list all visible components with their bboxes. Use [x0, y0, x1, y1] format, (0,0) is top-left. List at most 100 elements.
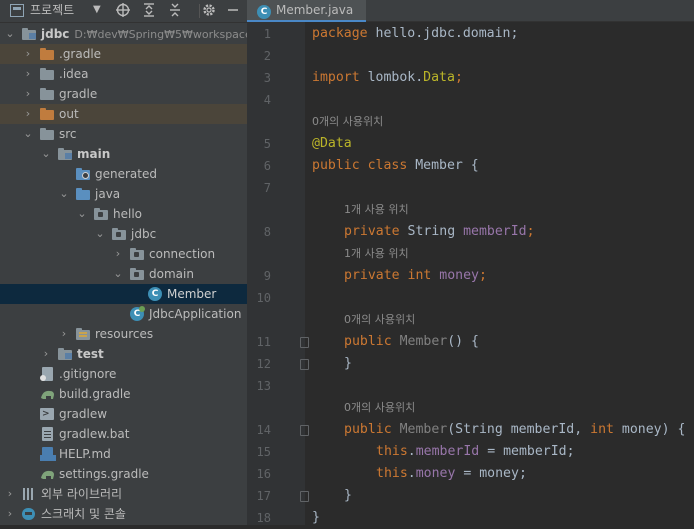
fold-marker-icon[interactable]: [300, 491, 309, 502]
tree-item-jdbc-root[interactable]: ⌄ jdbc D:₩dev₩Spring₩5₩workspace₩: [0, 24, 247, 44]
tree-item-label: settings.gradle: [59, 467, 149, 481]
tree-item-jdbc-application[interactable]: C JdbcApplication: [0, 304, 247, 324]
tree-item-label: src: [59, 127, 77, 141]
code-line-11[interactable]: public Member() {: [344, 331, 479, 353]
folder-icon: [40, 67, 56, 81]
tree-item-scratches[interactable]: › 스크래치 및 콘솔: [0, 504, 247, 524]
chevron-right-icon[interactable]: ›: [4, 484, 16, 504]
markdown-file-icon: [40, 447, 56, 461]
tree-item-label: test: [77, 347, 104, 361]
minimize-icon[interactable]: [226, 0, 240, 22]
gear-icon[interactable]: [201, 0, 217, 22]
library-icon: [22, 487, 38, 501]
chevron-down-icon[interactable]: ⌄: [4, 24, 16, 44]
tree-item-out[interactable]: › out: [0, 104, 247, 124]
tree-item-generated[interactable]: generated: [0, 164, 247, 184]
tree-item-domain[interactable]: ⌄ domain: [0, 264, 247, 284]
tree-item-label: .gradle: [59, 47, 102, 61]
locate-icon[interactable]: [115, 0, 131, 22]
text-file-icon: [40, 427, 56, 441]
usage-hint[interactable]: 1개 사용 위치: [344, 200, 409, 220]
expand-all-icon[interactable]: [141, 0, 157, 22]
chevron-down-icon[interactable]: ⌄: [58, 184, 70, 204]
code-line-5[interactable]: @Data: [312, 133, 352, 155]
tree-item-src[interactable]: ⌄ src: [0, 124, 247, 144]
code-line-12[interactable]: }: [344, 353, 352, 375]
chevron-down-icon[interactable]: ⌄: [76, 204, 88, 224]
code-line-14[interactable]: public Member(String memberId, int money…: [344, 419, 685, 441]
line-number: 15: [256, 445, 271, 459]
chevron-right-icon[interactable]: ›: [112, 244, 124, 264]
tree-item-label: generated: [95, 167, 157, 181]
chevron-right-icon[interactable]: ›: [58, 324, 70, 344]
chevron-down-icon[interactable]: ⌄: [112, 264, 124, 284]
tree-item-gradlew-bat[interactable]: gradlew.bat: [0, 424, 247, 444]
tree-item-gradlew[interactable]: > gradlew: [0, 404, 247, 424]
code-line-15[interactable]: this.memberId = memberId;: [376, 441, 575, 463]
chevron-right-icon[interactable]: ›: [22, 64, 34, 84]
chevron-right-icon[interactable]: ›: [4, 504, 16, 524]
chevron-right-icon[interactable]: ›: [22, 44, 34, 64]
tree-item-connection[interactable]: › connection: [0, 244, 247, 264]
code-line-6[interactable]: public class Member {: [312, 155, 479, 177]
code-line-3[interactable]: import lombok.Data;: [312, 67, 463, 89]
usage-hint[interactable]: 0개의 사용위치: [312, 112, 383, 132]
tree-item-member[interactable]: C Member: [0, 284, 247, 304]
usage-hint[interactable]: 1개 사용 위치: [344, 244, 409, 264]
package-icon: [130, 267, 146, 281]
tree-item-label: 스크래치 및 콘솔: [41, 507, 126, 521]
tree-item-gradle-hidden[interactable]: › .gradle: [0, 44, 247, 64]
line-number: 17: [256, 489, 271, 503]
tree-item-build-gradle[interactable]: build.gradle: [0, 384, 247, 404]
tree-item-java[interactable]: ⌄ java: [0, 184, 247, 204]
line-number: 4: [263, 93, 271, 107]
code-line-8[interactable]: private String memberId;: [344, 221, 535, 243]
project-view-icon[interactable]: [10, 4, 24, 17]
tree-item-resources[interactable]: › resources: [0, 324, 247, 344]
line-number: 6: [263, 159, 271, 173]
chevron-down-icon[interactable]: ▼: [93, 0, 101, 22]
usage-hint[interactable]: 0개의 사용위치: [344, 310, 415, 330]
tab-member-java[interactable]: C Member.java: [247, 0, 366, 22]
code-line-9[interactable]: private int money;: [344, 265, 487, 287]
line-number: 14: [256, 423, 271, 437]
code-line-17[interactable]: }: [344, 485, 352, 507]
line-number: 13: [256, 379, 271, 393]
code-line-18[interactable]: }: [312, 507, 320, 529]
fold-marker-icon[interactable]: [300, 337, 309, 348]
package-icon: [112, 227, 128, 241]
line-number: 10: [256, 291, 271, 305]
line-number: 5: [263, 137, 271, 151]
tree-item-idea[interactable]: › .idea: [0, 64, 247, 84]
scratches-icon: [22, 507, 38, 521]
chevron-down-icon[interactable]: ⌄: [94, 224, 106, 244]
chevron-right-icon[interactable]: ›: [22, 84, 34, 104]
module-folder-icon: [22, 27, 38, 41]
tree-item-label: jdbc: [131, 227, 157, 241]
fold-marker-icon[interactable]: [300, 425, 309, 436]
tree-item-gitignore[interactable]: .gitignore: [0, 364, 247, 384]
gitignore-file-icon: [40, 367, 56, 381]
source-folder-icon: [76, 187, 92, 201]
tree-item-external-libraries[interactable]: › 외부 라이브러리: [0, 484, 247, 504]
chevron-down-icon[interactable]: ⌄: [40, 144, 52, 164]
project-panel-title[interactable]: 프로젝트: [30, 0, 74, 22]
chevron-right-icon[interactable]: ›: [22, 104, 34, 124]
tree-item-main[interactable]: ⌄ main: [0, 144, 247, 164]
tree-item-test[interactable]: › test: [0, 344, 247, 364]
fold-marker-icon[interactable]: [300, 359, 309, 370]
tree-item-hello[interactable]: ⌄ hello: [0, 204, 247, 224]
tree-item-help-md[interactable]: HELP.md: [0, 444, 247, 464]
chevron-right-icon[interactable]: ›: [40, 344, 52, 364]
resources-folder-icon: [76, 327, 92, 341]
tree-item-gradle[interactable]: › gradle: [0, 84, 247, 104]
tree-item-label: domain: [149, 267, 194, 281]
tree-item-jdbc-package[interactable]: ⌄ jdbc: [0, 224, 247, 244]
usage-hint[interactable]: 0개의 사용위치: [344, 398, 415, 418]
chevron-down-icon[interactable]: ⌄: [22, 124, 34, 144]
code-line-16[interactable]: this.money = money;: [376, 463, 527, 485]
tree-item-label: resources: [95, 327, 154, 341]
code-line-1[interactable]: package hello.jdbc.domain;: [312, 23, 518, 45]
tree-item-settings-gradle[interactable]: settings.gradle: [0, 464, 247, 484]
collapse-all-icon[interactable]: [167, 0, 183, 22]
